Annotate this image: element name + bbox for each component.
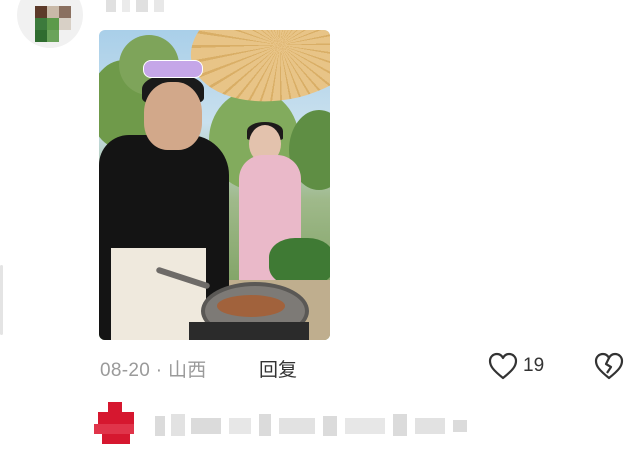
comment-photo[interactable] [99, 30, 330, 340]
photo-sticker-badge [143, 60, 203, 78]
comment-date: 08-20 [100, 360, 151, 381]
like-button[interactable]: 19 [488, 352, 544, 380]
comment-meta: 08-20 · 山西 [100, 355, 207, 382]
reply-button[interactable]: 回复 [259, 355, 297, 382]
comment-author-avatar[interactable] [17, 0, 83, 48]
comment-location: 山西 [167, 360, 207, 381]
dislike-button[interactable] [594, 352, 624, 385]
heart-outline-icon [488, 352, 518, 380]
edge-handle [0, 265, 3, 335]
like-count: 19 [523, 355, 545, 376]
meta-separator: · [155, 360, 163, 381]
comment-author-name-blurred[interactable] [106, 0, 176, 12]
next-comment-text-blurred [155, 410, 475, 440]
next-comment-avatar[interactable] [94, 402, 138, 444]
broken-heart-icon [594, 352, 624, 380]
